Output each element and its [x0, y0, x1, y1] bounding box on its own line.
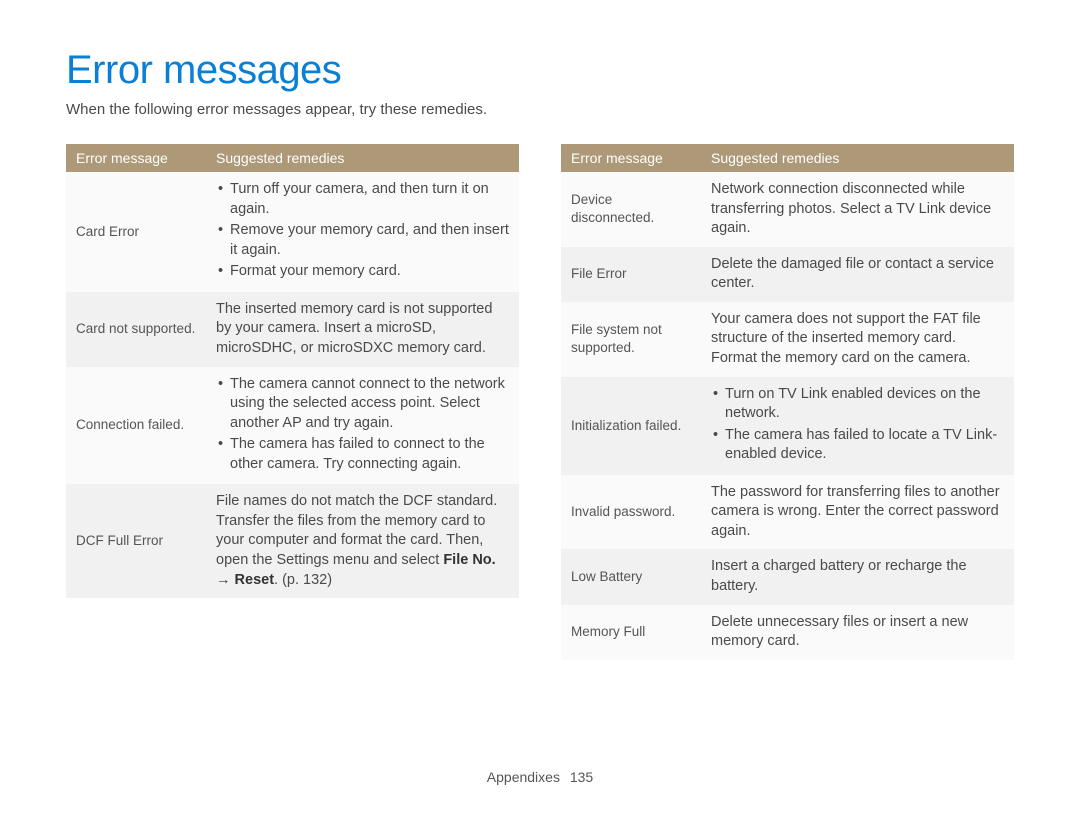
error-name: Card not supported. [66, 292, 206, 367]
table-row: Low Battery Insert a charged battery or … [561, 549, 1014, 604]
remedy-cell: Delete the damaged file or contact a ser… [701, 247, 1014, 302]
error-name: File system not supported. [561, 302, 701, 377]
remedy-cell: File names do not match the DCF standard… [206, 484, 519, 598]
remedy-cell: Delete unnecessary files or insert a new… [701, 605, 1014, 660]
remedy-item: The camera has failed to locate a TV Lin… [725, 426, 1004, 465]
remedy-text: . (p. 132) [274, 572, 332, 588]
header-remedy: Suggested remedies [206, 144, 519, 172]
header-remedy: Suggested remedies [701, 144, 1014, 172]
header-error: Error message [561, 144, 701, 172]
remedy-cell: The camera cannot connect to the network… [206, 367, 519, 485]
remedy-item: Remove your memory card, and then insert… [230, 221, 509, 260]
error-name: File Error [561, 247, 701, 302]
error-name: Device disconnected. [561, 172, 701, 247]
table-row: Initialization failed. Turn on TV Link e… [561, 377, 1014, 475]
page-title: Error messages [66, 48, 1014, 93]
footer-section: Appendixes [487, 769, 560, 785]
right-column: Error message Suggested remedies Device … [561, 144, 1014, 660]
error-table-left: Error message Suggested remedies Card Er… [66, 144, 519, 598]
table-row: Invalid password. The password for trans… [561, 475, 1014, 550]
remedy-cell: Your camera does not support the FAT fil… [701, 302, 1014, 377]
remedy-cell: Turn off your camera, and then turn it o… [206, 172, 519, 292]
remedy-cell: The inserted memory card is not supporte… [206, 292, 519, 367]
remedy-cell: Turn on TV Link enabled devices on the n… [701, 377, 1014, 475]
footer-page-number: 135 [570, 769, 593, 785]
remedy-cell: The password for transferring files to a… [701, 475, 1014, 550]
remedy-item: Turn on TV Link enabled devices on the n… [725, 385, 1004, 424]
error-table-right: Error message Suggested remedies Device … [561, 144, 1014, 660]
page-footer: Appendixes 135 [0, 769, 1080, 785]
remedy-item: The camera cannot connect to the network… [230, 375, 509, 434]
error-name: Connection failed. [66, 367, 206, 485]
left-column: Error message Suggested remedies Card Er… [66, 144, 519, 660]
remedy-cell: Insert a charged battery or recharge the… [701, 549, 1014, 604]
error-name: Invalid password. [561, 475, 701, 550]
remedy-item: Format your memory card. [230, 262, 509, 282]
content-columns: Error message Suggested remedies Card Er… [66, 144, 1014, 660]
table-row: DCF Full Error File names do not match t… [66, 484, 519, 598]
table-row: Device disconnected. Network connection … [561, 172, 1014, 247]
remedy-item: Turn off your camera, and then turn it o… [230, 180, 509, 219]
intro-text: When the following error messages appear… [66, 101, 1014, 118]
table-row: Connection failed. The camera cannot con… [66, 367, 519, 485]
remedy-item: The camera has failed to connect to the … [230, 435, 509, 474]
error-name: Low Battery [561, 549, 701, 604]
error-name: Initialization failed. [561, 377, 701, 475]
table-row: Card Error Turn off your camera, and the… [66, 172, 519, 292]
error-name: DCF Full Error [66, 484, 206, 598]
error-name: Card Error [66, 172, 206, 292]
table-row: Card not supported. The inserted memory … [66, 292, 519, 367]
table-row: Memory Full Delete unnecessary files or … [561, 605, 1014, 660]
table-row: File system not supported. Your camera d… [561, 302, 1014, 377]
error-name: Memory Full [561, 605, 701, 660]
table-row: File Error Delete the damaged file or co… [561, 247, 1014, 302]
remedy-cell: Network connection disconnected while tr… [701, 172, 1014, 247]
header-error: Error message [66, 144, 206, 172]
